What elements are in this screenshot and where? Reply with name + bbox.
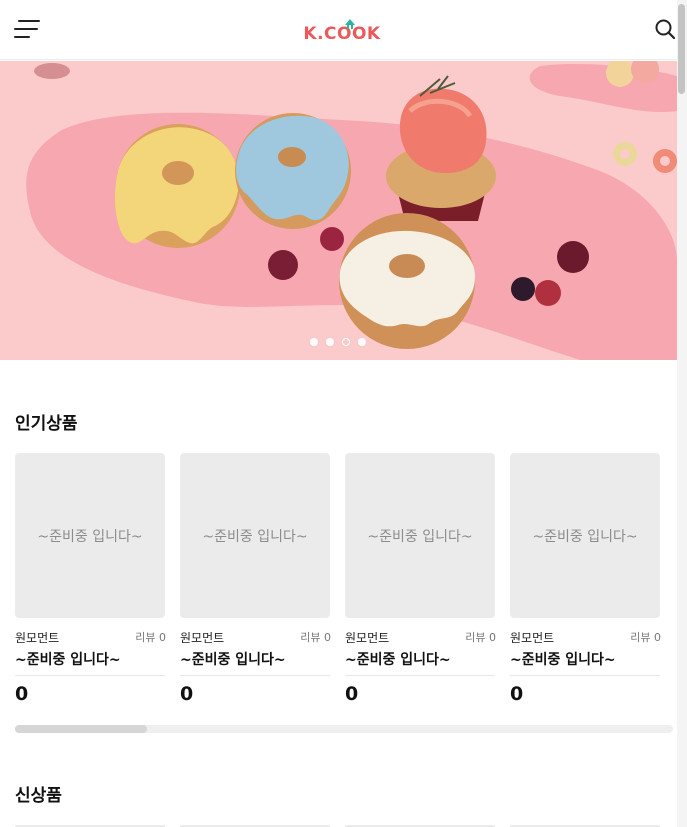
divider <box>345 675 495 676</box>
logo-text: K.COOK <box>303 24 381 44</box>
product-price: 0 <box>15 683 29 705</box>
page-scrollbar-thumb[interactable] <box>678 4 685 94</box>
product-brand: 원모먼트 <box>15 631 60 645</box>
product-name[interactable]: ~준비중 입니다~ <box>345 649 451 669</box>
divider <box>15 675 165 676</box>
carousel-dot-3[interactable] <box>342 338 350 346</box>
divider <box>180 675 330 676</box>
placeholder-text: ~준비중 입니다~ <box>202 528 308 545</box>
popular-product-list: ~준비중 입니다~ 원모먼트 리뷰 0 ~준비중 입니다~ 0 ~준비중 입니다… <box>15 453 675 713</box>
section-title-new: 신상품 <box>15 786 62 806</box>
product-card[interactable]: ~준비중 입니다~ 원모먼트 리뷰 0 ~준비중 입니다~ 0 <box>510 453 661 713</box>
product-brand: 원모먼트 <box>345 631 390 645</box>
hero-banner[interactable] <box>0 61 677 360</box>
product-thumbnail[interactable]: ~준비중 입니다~ <box>345 453 495 618</box>
section-title-popular: 인기상품 <box>15 414 78 434</box>
placeholder-text: ~준비중 입니다~ <box>37 528 143 545</box>
product-price: 0 <box>180 683 194 705</box>
product-brand: 원모먼트 <box>510 631 555 645</box>
product-price: 0 <box>345 683 359 705</box>
product-review-count: 리뷰 0 <box>300 631 331 644</box>
horizontal-scrollbar-thumb[interactable] <box>15 725 147 733</box>
carousel-dots <box>310 338 366 348</box>
chef-hat-icon <box>345 19 355 29</box>
product-name[interactable]: ~준비중 입니다~ <box>180 649 286 669</box>
product-name[interactable]: ~준비중 입니다~ <box>510 649 616 669</box>
carousel-dot-2[interactable] <box>326 338 334 346</box>
product-review-count: 리뷰 0 <box>135 631 166 644</box>
product-thumbnail[interactable]: ~준비중 입니다~ <box>15 453 165 618</box>
placeholder-text: ~준비중 입니다~ <box>367 528 473 545</box>
divider <box>510 675 660 676</box>
product-review-count: 리뷰 0 <box>465 631 496 644</box>
page-scrollbar-track[interactable] <box>677 0 687 827</box>
logo[interactable]: K.COOK <box>302 18 382 46</box>
carousel-dot-4[interactable] <box>358 338 366 346</box>
product-card[interactable]: ~준비중 입니다~ 원모먼트 리뷰 0 ~준비중 입니다~ 0 <box>180 453 331 713</box>
banner-image <box>0 61 677 360</box>
product-card[interactable]: ~준비중 입니다~ 원모먼트 리뷰 0 ~준비중 입니다~ 0 <box>15 453 166 713</box>
placeholder-text: ~준비중 입니다~ <box>532 528 638 545</box>
product-thumbnail[interactable]: ~준비중 입니다~ <box>510 453 660 618</box>
product-name[interactable]: ~준비중 입니다~ <box>15 649 121 669</box>
product-review-count: 리뷰 0 <box>630 631 661 644</box>
hamburger-menu-icon[interactable] <box>14 18 40 40</box>
product-card[interactable]: ~준비중 입니다~ 원모먼트 리뷰 0 ~준비중 입니다~ 0 <box>345 453 496 713</box>
product-price: 0 <box>510 683 524 705</box>
product-thumbnail[interactable]: ~준비중 입니다~ <box>180 453 330 618</box>
search-icon[interactable] <box>654 18 676 40</box>
product-brand: 원모먼트 <box>180 631 225 645</box>
carousel-dot-1[interactable] <box>310 338 318 346</box>
app-header: K.COOK <box>0 0 687 60</box>
